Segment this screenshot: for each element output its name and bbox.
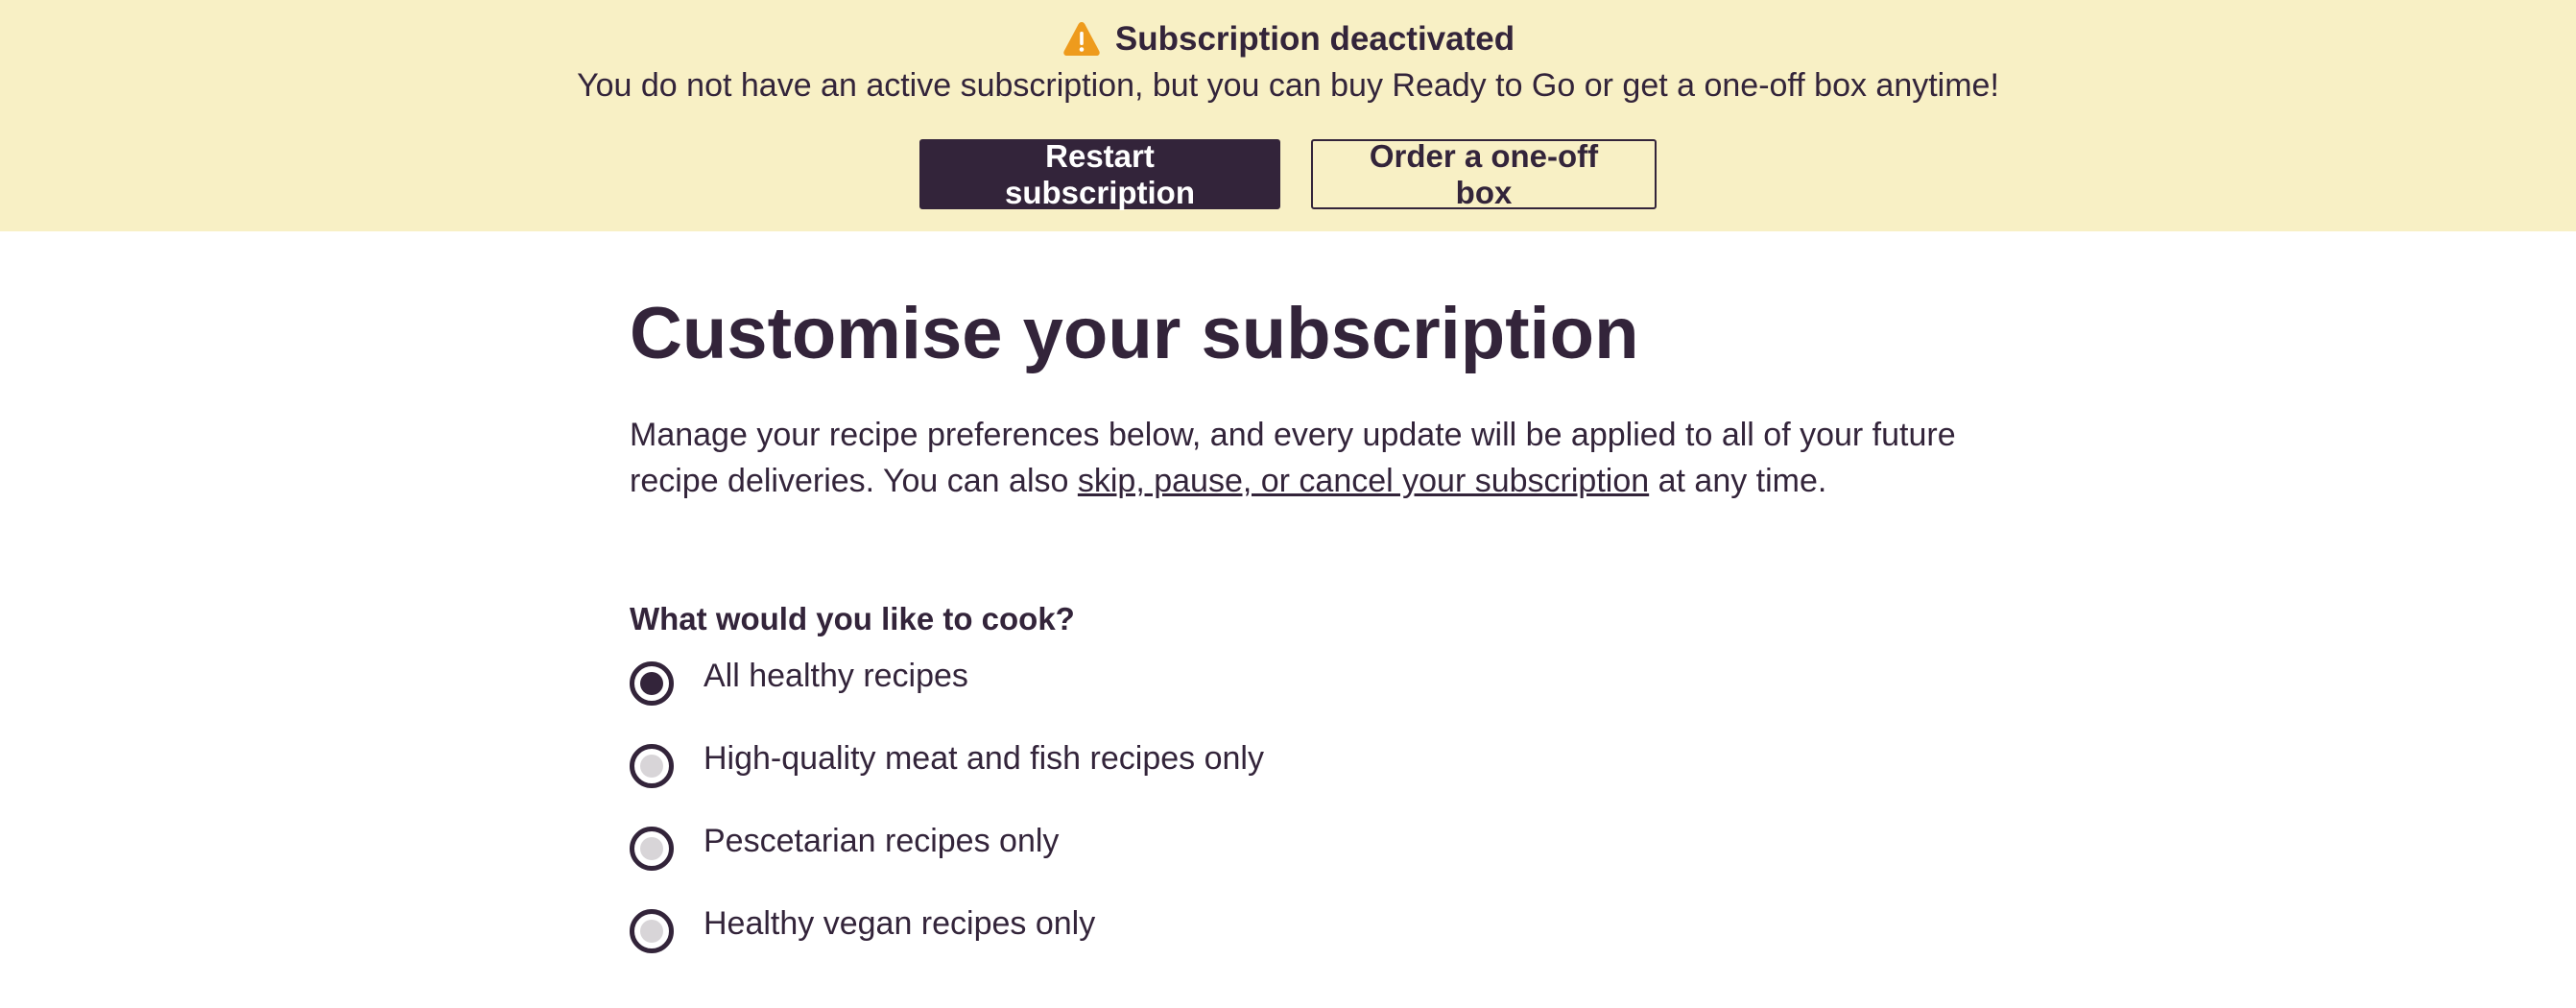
- recipe-preference-question: What would you like to cook?: [630, 601, 1075, 636]
- restart-subscription-button[interactable]: Restart subscription: [919, 138, 1280, 210]
- option-meat-and-fish-recipes[interactable]: High-quality meat and fish recipes only: [630, 740, 1973, 825]
- option-label: All healthy recipes: [704, 658, 968, 694]
- intro-paragraph: Manage your recipe preferences below, an…: [630, 412, 1973, 504]
- radio-button[interactable]: [630, 827, 674, 871]
- recipe-preference-radio-group: All healthy recipes High-quality meat an…: [630, 658, 1973, 990]
- option-pescetarian-recipes[interactable]: Pescetarian recipes only: [630, 823, 1973, 907]
- banner-message: You do not have an active subscription, …: [577, 67, 1999, 104]
- order-one-off-box-button[interactable]: Order a one-off box: [1311, 138, 1657, 210]
- banner-actions: Restart subscription Order a one-off box: [0, 138, 2576, 210]
- skip-pause-cancel-link[interactable]: skip, pause, or cancel your subscription: [1078, 463, 1649, 499]
- radio-button[interactable]: [630, 909, 674, 953]
- warning-triangle-icon: [1061, 19, 1102, 60]
- banner-title-row: Subscription deactivated: [0, 17, 2576, 61]
- subscription-deactivated-banner: Subscription deactivated You do not have…: [0, 0, 2576, 231]
- banner-title: Subscription deactivated: [1114, 20, 1515, 58]
- option-vegan-recipes[interactable]: Healthy vegan recipes only: [630, 905, 1973, 990]
- page-title: Customise your subscription: [630, 293, 1639, 374]
- option-label: Pescetarian recipes only: [704, 823, 1060, 859]
- radio-button[interactable]: [630, 744, 674, 788]
- option-label: High-quality meat and fish recipes only: [704, 740, 1264, 777]
- option-all-healthy-recipes[interactable]: All healthy recipes: [630, 658, 1973, 742]
- intro-text-end: at any time.: [1649, 463, 1827, 499]
- option-label: Healthy vegan recipes only: [704, 905, 1096, 942]
- radio-button-selected[interactable]: [630, 661, 674, 706]
